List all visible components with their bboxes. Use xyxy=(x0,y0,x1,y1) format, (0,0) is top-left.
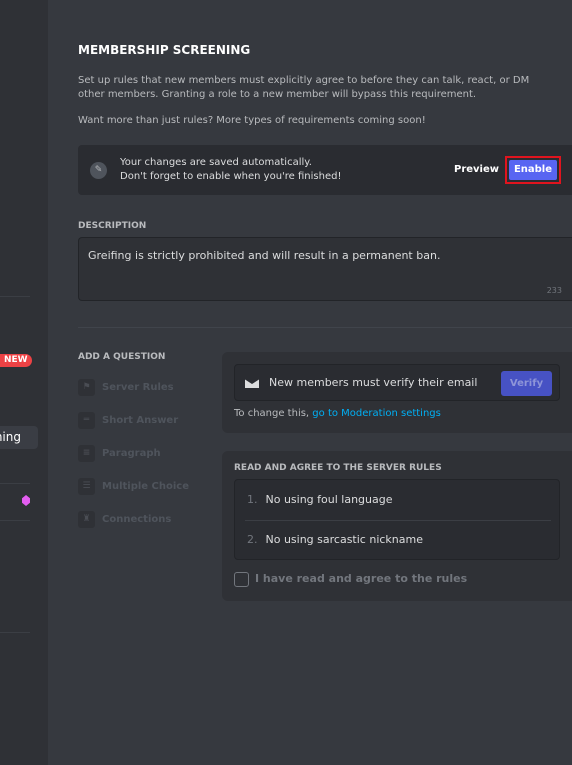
server-rules-card: READ AND AGREE TO THE SERVER RULES 1. No … xyxy=(222,451,572,601)
enable-button[interactable]: Enable xyxy=(509,160,557,180)
sidebar: NEW ning xyxy=(0,0,48,765)
sidebar-divider xyxy=(0,483,30,484)
sidebar-divider xyxy=(0,296,30,297)
email-verification-card: New members must verify their email Veri… xyxy=(222,352,572,433)
sidebar-item-membership-screening[interactable]: ning xyxy=(0,426,38,449)
notice-line-2: Don't forget to enable when you're finis… xyxy=(120,171,342,182)
rule-item: 2. No using sarcastic nickname xyxy=(247,533,423,546)
change-prefix: To change this, xyxy=(234,408,313,419)
add-question-label: ADD A QUESTION xyxy=(78,352,166,362)
description-label: DESCRIPTION xyxy=(78,221,147,231)
mail-icon xyxy=(245,378,259,388)
rule-divider xyxy=(245,520,551,521)
rules-list: 1. No using foul language 2. No using sarc… xyxy=(234,479,560,560)
connections-icon: ♜ xyxy=(78,510,95,528)
description-value: Greifing is strictly prohibited and will… xyxy=(88,249,441,262)
description-input[interactable]: Greifing is strictly prohibited and will… xyxy=(78,237,572,301)
pencil-icon: ✎ xyxy=(90,162,107,179)
email-requirement-text: New members must verify their email xyxy=(269,376,478,389)
nitro-gem-icon xyxy=(22,495,30,506)
question-type-connections[interactable]: ♜ Connections xyxy=(78,510,171,530)
more-text: Want more than just rules? More types of… xyxy=(78,115,426,126)
question-type-server-rules[interactable]: ⚑ Server Rules xyxy=(78,378,174,398)
short-text-icon: ═ xyxy=(78,411,95,429)
moderation-settings-link[interactable]: go to Moderation settings xyxy=(312,408,441,419)
rule-item: 1. No using foul language xyxy=(247,493,393,506)
list-icon: ☰ xyxy=(78,477,95,495)
character-count: 233 xyxy=(546,286,562,295)
sidebar-divider xyxy=(0,520,30,521)
question-type-short-answer[interactable]: ═ Short Answer xyxy=(78,411,178,431)
sidebar-divider xyxy=(0,632,30,633)
rules-label: READ AND AGREE TO THE SERVER RULES xyxy=(234,463,442,473)
divider xyxy=(78,327,572,328)
new-badge: NEW xyxy=(0,354,32,367)
question-type-paragraph[interactable]: ≡ Paragraph xyxy=(78,444,161,464)
autosave-notice: ✎ Your changes are saved automatically. … xyxy=(78,145,572,195)
notice-line-1: Your changes are saved automatically. xyxy=(120,157,312,168)
intro-text: Set up rules that new members must expli… xyxy=(78,75,530,100)
agree-label[interactable]: I have read and agree to the rules xyxy=(255,572,467,585)
agree-checkbox[interactable] xyxy=(234,572,249,587)
page-title: MEMBERSHIP SCREENING xyxy=(78,43,251,57)
flag-icon: ⚑ xyxy=(78,378,95,396)
paragraph-icon: ≡ xyxy=(78,444,95,462)
preview-button[interactable]: Preview xyxy=(454,164,499,175)
question-type-multiple-choice[interactable]: ☰ Multiple Choice xyxy=(78,477,189,497)
verify-button[interactable]: Verify xyxy=(501,371,552,396)
enable-button-highlight[interactable]: Enable xyxy=(505,156,561,184)
